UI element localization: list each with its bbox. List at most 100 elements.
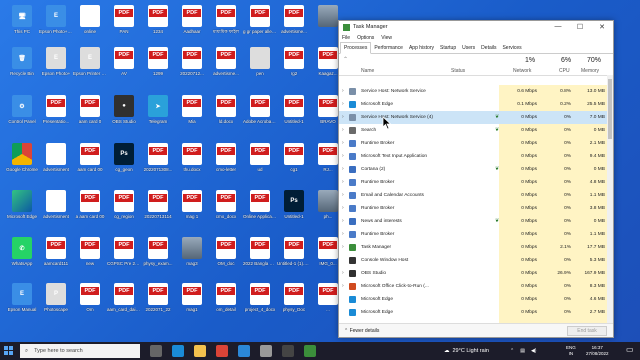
desktop-icon[interactable]: cmo_docx	[209, 190, 243, 230]
chevron-right-icon[interactable]: ›	[342, 124, 344, 137]
desktop-icon[interactable]: Google Chrome	[5, 143, 39, 183]
desktop-icon[interactable]: Ps cg_geon	[107, 143, 141, 183]
desktop-icon[interactable]: Adobe Acrobat DC	[243, 95, 277, 135]
process-row[interactable]: Microsoft Edge 0 Mbps 0% 4.6 MB	[339, 293, 607, 306]
desktop-icon[interactable]: pen	[243, 47, 277, 87]
language-indicator[interactable]: ENG IN	[566, 345, 576, 356]
chevron-right-icon[interactable]: ›	[342, 241, 344, 254]
desktop-icon[interactable]: OM_doc	[209, 237, 243, 277]
col-network-header[interactable]: Network	[513, 68, 531, 74]
desktop-icon[interactable]: 2022071_22	[141, 283, 175, 323]
process-row[interactable]: › Email and Calendar Accounts 0 Mbps 0% 1.1 …	[339, 189, 607, 202]
process-row[interactable]: › Runtime Broker 0 Mbps 0% 2.1 MB	[339, 137, 607, 150]
obs-taskbar-icon[interactable]	[282, 345, 294, 357]
desktop-icon[interactable]: physy_Doc	[277, 283, 311, 323]
desktop-icon[interactable]: Wonline	[73, 5, 107, 45]
desktop-icon[interactable]: Mia	[175, 95, 209, 135]
title-bar[interactable]: Task Manager — ☐ ✕	[339, 21, 613, 33]
desktop-icon[interactable]: aam_card_daily...	[107, 283, 141, 323]
col-cpu-header[interactable]: CPU	[559, 68, 570, 74]
desktop-icon[interactable]: 1234	[141, 5, 175, 45]
desktop-icon[interactable]: Om	[73, 283, 107, 323]
desktop-icon[interactable]: ⚙ Control Panel	[5, 95, 39, 135]
desktop-icon[interactable]: rg2	[277, 47, 311, 87]
process-row[interactable]: › Runtime Broker 0 Mbps 0% 1.1 MB	[339, 228, 607, 241]
desktop-icon[interactable]: advertisme...	[209, 47, 243, 87]
process-row[interactable]: › Service Host: Network Service 0.6 Mbps 0.…	[339, 85, 607, 98]
desktop-icon[interactable]: P Photoscape	[39, 283, 73, 323]
chevron-right-icon[interactable]: ›	[342, 228, 344, 241]
process-row[interactable]: › Service Host: Network Service (4) ❦ 0 Mbp…	[339, 111, 607, 124]
menu-view[interactable]: View	[381, 35, 392, 41]
desktop-icon[interactable]: mag3	[175, 237, 209, 277]
desktop-icon[interactable]: mag1	[175, 283, 209, 323]
desktop-icon[interactable]: AV	[107, 47, 141, 87]
chevron-right-icon[interactable]: ›	[342, 176, 344, 189]
col-memory-header[interactable]: Memory	[581, 68, 599, 74]
desktop-icon[interactable]: E Epson Photo+	[39, 47, 73, 87]
process-row[interactable]: › Microsoft Office Click-to-Run (... 0 Mbp…	[339, 280, 607, 293]
menu-file[interactable]: File	[342, 35, 350, 41]
desktop-icon[interactable]: 2022071308...	[141, 143, 175, 183]
desktop-icon[interactable]: ● OBS Studio	[107, 95, 141, 135]
chevron-right-icon[interactable]: ›	[342, 280, 344, 293]
weather-widget[interactable]: ☁ 29°C Light rain	[444, 342, 489, 360]
desktop-icon[interactable]: ld.docx	[209, 95, 243, 135]
desktop-icon[interactable]: Presentatio...	[39, 95, 73, 135]
desktop-icon[interactable]: cmo-letter	[209, 143, 243, 183]
desktop-icon[interactable]: a aam card 00	[73, 190, 107, 230]
desktop-icon[interactable]: project_4_docx	[243, 283, 277, 323]
notification-icon[interactable]: ▭	[626, 345, 634, 354]
desktop-icon[interactable]: ud	[243, 143, 277, 183]
photos-taskbar-icon[interactable]	[260, 345, 272, 357]
task-manager-taskbar-icon[interactable]	[304, 345, 316, 357]
tab-services[interactable]: Services	[499, 43, 524, 53]
desktop-icon[interactable]: PAN	[107, 5, 141, 45]
process-row[interactable]: › Runtime Broker 0 Mbps 0% 4.8 MB	[339, 176, 607, 189]
process-row[interactable]: › News and interests ❦ 0 Mbps 0% 0 MB	[339, 215, 607, 228]
desktop-icon[interactable]: aamcard111	[39, 237, 73, 277]
taskbar-search-box[interactable]: ⌕ Type here to search	[20, 344, 140, 358]
chevron-up-tray-icon[interactable]: ⌃	[510, 342, 514, 360]
desktop-icon[interactable]: 🖥 This PC	[5, 5, 39, 45]
tab-app-history[interactable]: App history	[406, 43, 437, 53]
tab-users[interactable]: Users	[459, 43, 478, 53]
tab-details[interactable]: Details	[478, 43, 499, 53]
close-button[interactable]: ✕	[591, 23, 613, 31]
fewer-details-button[interactable]: ⌃ Fewer details	[344, 324, 379, 338]
process-row[interactable]: Microsoft Edge 0 Mbps 0% 2.7 MB	[339, 306, 607, 319]
scrollbar-thumb[interactable]	[608, 79, 612, 139]
task-view-icon[interactable]	[150, 345, 162, 357]
desktop-icon[interactable]: 1299	[141, 47, 175, 87]
process-row[interactable]: Console Window Host 0 Mbps 0% 5.3 MB	[339, 254, 607, 267]
desktop-icon[interactable]: thu.docx	[175, 143, 209, 183]
chevron-right-icon[interactable]: ›	[342, 98, 344, 111]
desktop-icon[interactable]: 2022 Bangla Hindi_B72	[243, 237, 277, 277]
desktop-icon[interactable]: মাধ্যমিক ফাইল	[209, 5, 243, 45]
desktop-icon[interactable]: E Epson Manual	[5, 283, 39, 323]
chevron-right-icon[interactable]: ›	[342, 163, 344, 176]
desktop-icon[interactable]: E Epson Printer Connection	[73, 47, 107, 87]
chevron-right-icon[interactable]: ›	[342, 202, 344, 215]
desktop-icon[interactable]: cg1	[277, 143, 311, 183]
tab-performance[interactable]: Performance	[371, 43, 406, 53]
col-name-header[interactable]: Name	[361, 68, 374, 74]
desktop-icon[interactable]: mag 1	[175, 190, 209, 230]
desktop-icon[interactable]: physy_exam...	[141, 237, 175, 277]
desktop-icon[interactable]: ➤ Telegram	[141, 95, 175, 135]
desktop-icon[interactable]: Untitled-1 (1).docx	[277, 237, 311, 277]
chevron-right-icon[interactable]: ›	[342, 111, 344, 124]
chevron-right-icon[interactable]: ›	[342, 137, 344, 150]
desktop-icon[interactable]: aam card 0	[73, 95, 107, 135]
desktop-icon[interactable]: E Epson Photo+ Tool	[39, 5, 73, 45]
desktop-icon[interactable]: ✆ WhatsApp	[5, 237, 39, 277]
tab-processes[interactable]: Processes	[340, 42, 372, 54]
desktop-icon[interactable]: CGPSC Pre 2022	[107, 237, 141, 277]
chrome-taskbar-icon[interactable]	[216, 345, 228, 357]
process-row[interactable]: › OBS Studio 0 Mbps 26.9% 167.9 MB	[339, 267, 607, 280]
desktop-icon[interactable]: g gr paper allegation	[243, 5, 277, 45]
desktop-icon[interactable]: om_detail	[209, 283, 243, 323]
tab-startup[interactable]: Startup	[437, 43, 459, 53]
file-explorer-icon[interactable]	[194, 345, 206, 357]
process-row[interactable]: › Microsoft Text Input Application 0 Mbps 0…	[339, 150, 607, 163]
